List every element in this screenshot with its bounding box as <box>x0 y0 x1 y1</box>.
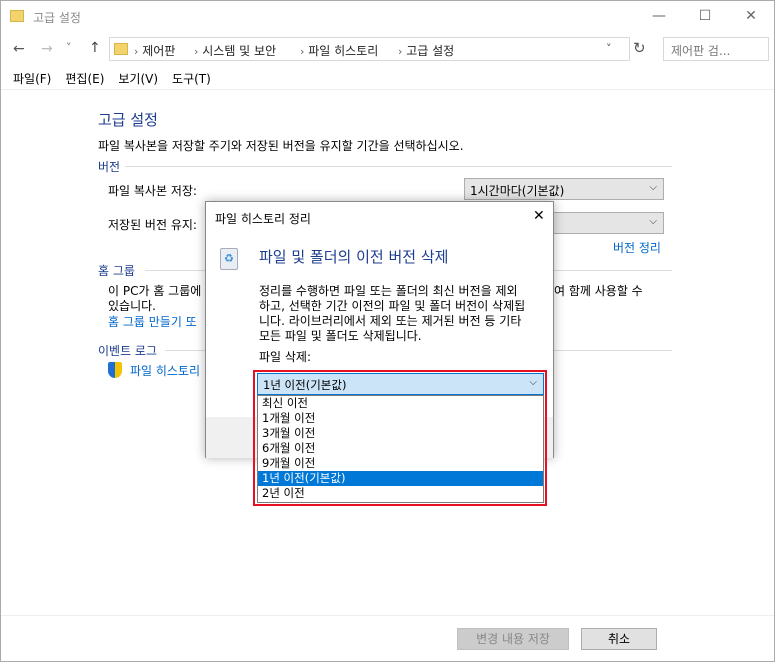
dialog-title: 파일 히스토리 정리 <box>215 212 311 226</box>
page-title: 고급 설정 <box>98 111 158 129</box>
eventlog-section-label: 이벤트 로그 <box>98 344 158 358</box>
dialog-heading: 파일 및 폴더의 이전 버전 삭제 <box>259 248 449 266</box>
keep-versions-label: 저장된 버전 유지: <box>108 218 197 232</box>
divider <box>125 166 672 167</box>
breadcrumb-3[interactable]: 고급 설정 <box>406 44 454 58</box>
maximize-button[interactable]: ☐ <box>690 5 720 27</box>
menu-file[interactable]: 파일(F) <box>13 72 51 86</box>
homegroup-text-right: 여 함께 사용할 수 <box>554 284 643 298</box>
window: 고급 설정 — ☐ ✕ ← → ˅ ↑ › 제어판 › 시스템 및 보안 › 파… <box>0 0 775 662</box>
close-button[interactable]: ✕ <box>736 5 766 27</box>
option-latest[interactable]: 최신 이전 <box>258 396 543 411</box>
chevron-down-icon: ⌵ <box>649 182 657 193</box>
search-placeholder: 제어판 검... <box>671 44 731 58</box>
refresh-icon[interactable]: ↻ <box>633 39 646 57</box>
option-9-months[interactable]: 9개월 이전 <box>258 456 543 471</box>
cancel-button[interactable]: 취소 <box>581 628 657 650</box>
option-6-months[interactable]: 6개월 이전 <box>258 441 543 456</box>
dialog-body-line: 모든 파일 및 폴더도 삭제됩니다. <box>259 329 422 343</box>
divider <box>1 615 774 616</box>
save-copies-select[interactable]: 1시간마다(기본값) ⌵ <box>464 178 664 200</box>
save-changes-button[interactable]: 변경 내용 저장 <box>457 628 569 650</box>
create-homegroup-link[interactable]: 홈 그룹 만들기 또 <box>108 313 197 330</box>
recycle-bin-icon: ♻ <box>220 248 238 270</box>
eventlog-link[interactable]: 파일 히스토리 <box>130 362 200 379</box>
minimize-button[interactable]: — <box>644 5 674 27</box>
chevron-down-icon: ⌵ <box>529 377 537 388</box>
divider <box>1 89 774 90</box>
chevron-down-icon: ⌵ <box>649 216 657 227</box>
window-icon <box>10 10 24 22</box>
breadcrumb-2[interactable]: 파일 히스토리 <box>308 44 378 58</box>
shield-icon <box>108 362 122 378</box>
address-dropdown-icon[interactable]: ˅ <box>606 42 612 55</box>
option-2-years[interactable]: 2년 이전 <box>258 486 543 501</box>
menu-edit[interactable]: 편집(E) <box>65 72 104 86</box>
forward-icon[interactable]: → <box>41 41 53 57</box>
breadcrumb-1[interactable]: 시스템 및 보안 <box>202 44 276 58</box>
homegroup-section-label: 홈 그룹 <box>98 264 135 278</box>
delete-files-select[interactable]: 1년 이전(기본값) ⌵ <box>257 373 544 395</box>
address-bar[interactable]: › 제어판 › 시스템 및 보안 › 파일 히스토리 › 고급 설정 ˅ <box>109 37 630 61</box>
search-input[interactable]: 제어판 검... <box>663 37 769 61</box>
select-value: 1년 이전(기본값) <box>263 378 347 392</box>
up-icon[interactable]: ↑ <box>89 40 101 56</box>
option-1-month[interactable]: 1개월 이전 <box>258 411 543 426</box>
control-panel-icon <box>114 43 128 55</box>
option-3-months[interactable]: 3개월 이전 <box>258 426 543 441</box>
select-value: 1시간마다(기본값) <box>470 184 565 198</box>
menu-bar: 파일(F) 편집(E) 보기(V) 도구(T) <box>13 70 225 87</box>
save-copies-label: 파일 복사본 저장: <box>108 184 197 198</box>
breadcrumb-0[interactable]: 제어판 <box>142 44 175 58</box>
cleanup-versions-link[interactable]: 버전 정리 <box>613 239 661 256</box>
dialog-close-button[interactable]: ✕ <box>533 208 545 224</box>
window-title: 고급 설정 <box>33 11 81 25</box>
delete-files-options: 최신 이전 1개월 이전 3개월 이전 6개월 이전 9개월 이전 1년 이전(… <box>257 395 544 503</box>
menu-tools[interactable]: 도구(T) <box>172 72 211 86</box>
homegroup-text-2: 있습니다. <box>108 299 156 313</box>
back-icon[interactable]: ← <box>13 41 25 57</box>
delete-files-label: 파일 삭제: <box>259 350 312 364</box>
page-description: 파일 복사본을 저장할 주기와 저장된 버전을 유지할 기간을 선택하십시오. <box>98 139 464 153</box>
menu-view[interactable]: 보기(V) <box>118 72 158 86</box>
option-1-year[interactable]: 1년 이전(기본값) <box>258 471 543 486</box>
recent-chevron-icon[interactable]: ˅ <box>66 41 72 54</box>
versions-section-label: 버전 <box>98 160 121 174</box>
